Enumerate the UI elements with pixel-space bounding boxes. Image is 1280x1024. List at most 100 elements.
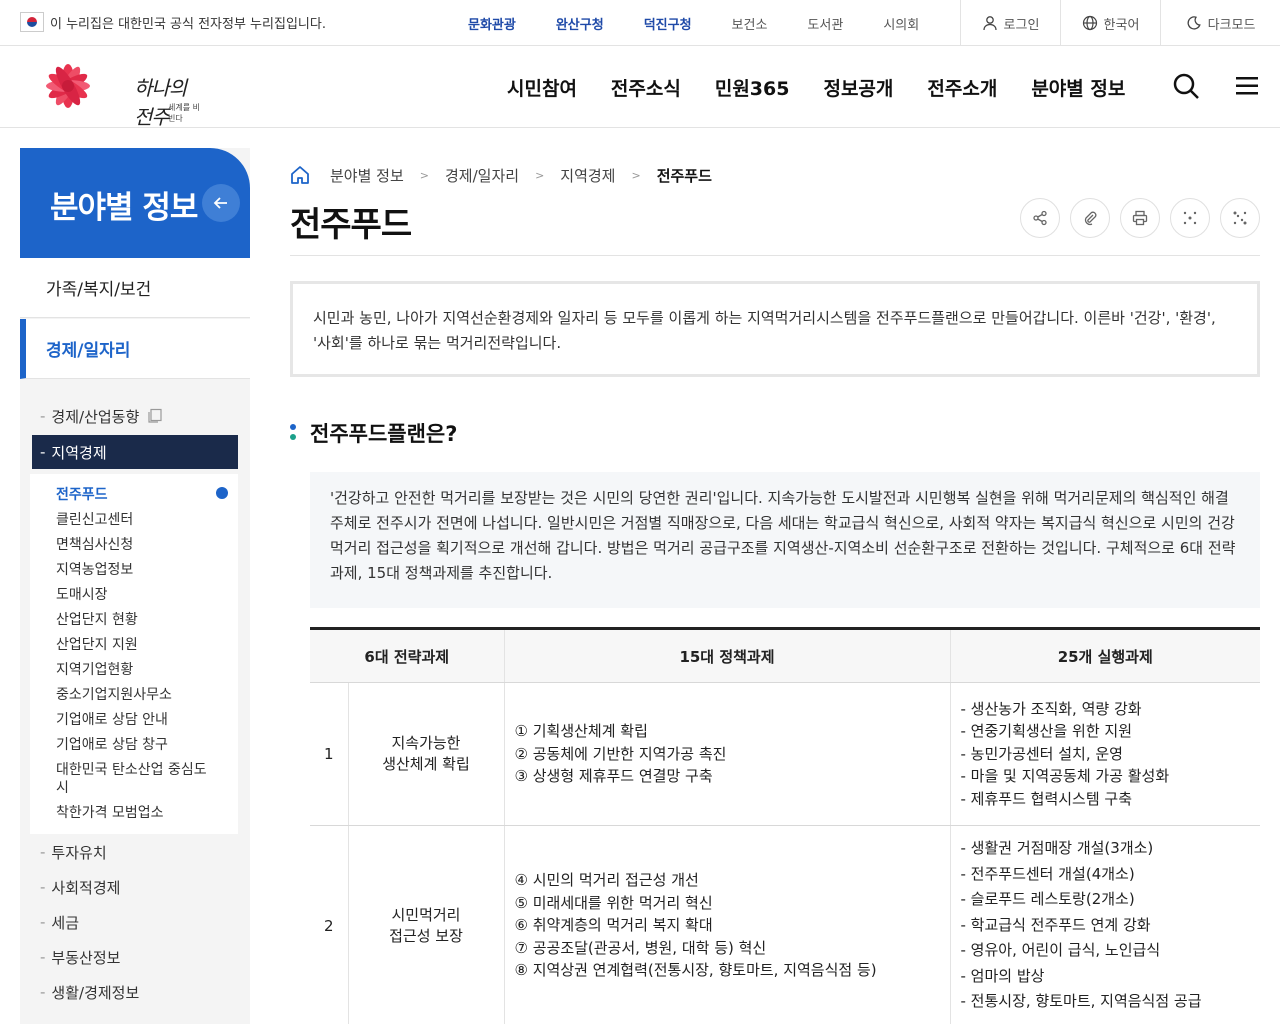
gov-notice-bar: 이 누리집은 대한민국 공식 전자정부 누리집입니다. 문화관광 완산구청 덕진…: [0, 0, 1280, 46]
intro-box: 시민과 농민, 나아가 지역선순환경제와 일자리 등 모두를 이롭게 하는 지역…: [290, 281, 1260, 377]
nav-citizen-participation[interactable]: 시민참여: [507, 74, 577, 101]
sidebar-leaf-good-price-shops[interactable]: 착한가격 모범업소: [56, 804, 216, 822]
sidebar: 분야별 정보 가족/복지/보건 경제/일자리 - 경제/산업동향 - 지역경제 전주…: [20, 148, 250, 1024]
strategy-line: 시민먹거리: [391, 905, 461, 924]
strategy-line: 접근성 보장: [389, 926, 463, 945]
sidebar-sub-social-economy[interactable]: - 사회적경제: [32, 877, 238, 897]
language-label: 한국어: [1103, 17, 1140, 33]
sidebar-sub-living-economy[interactable]: - 생활/경제정보: [32, 982, 238, 1002]
task-item: - 학교급식 전주푸드 연계 강화: [960, 915, 1151, 934]
share-icon: [1033, 210, 1047, 226]
policy-item: ② 공동체에 기반한 지역가공 촉진: [514, 744, 727, 763]
dark-mode-button[interactable]: 다크모드: [1160, 0, 1280, 46]
sidebar-header: 분야별 정보: [20, 148, 250, 258]
nav-about-jeonju[interactable]: 전주소개: [927, 74, 997, 101]
sidebar-leaf-clean-report[interactable]: 클린신고센터: [56, 511, 216, 529]
sidebar-sub-economy-trends[interactable]: - 경제/산업동향: [32, 406, 238, 426]
print-button[interactable]: [1120, 198, 1160, 238]
site-link-library[interactable]: 도서관: [807, 14, 843, 33]
sidebar-leaf-wholesale-market[interactable]: 도매시장: [56, 586, 216, 604]
language-button[interactable]: 한국어: [1060, 0, 1160, 46]
sidebar-sub-real-estate[interactable]: - 부동산정보: [32, 947, 238, 967]
shrink-icon: [1233, 211, 1247, 225]
sidebar-item-economy-jobs[interactable]: 경제/일자리: [20, 319, 250, 379]
nav-field-info[interactable]: 분야별 정보: [1031, 74, 1125, 101]
breadcrumb-item[interactable]: 지역경제: [560, 165, 615, 186]
jeonju-logo[interactable]: 하나의 전주 세계를 비빈다: [30, 56, 200, 129]
task-item: - 전통시장, 향토마트, 지역음식점 공급: [960, 992, 1202, 1011]
site-link-city-council[interactable]: 시의회: [883, 14, 919, 33]
sidebar-leaf-business-consult-guide[interactable]: 기업애로 상담 안내: [56, 711, 216, 729]
sidebar-sub-label: 생활/경제정보: [51, 983, 140, 1002]
table-header-policy: 15대 정책과제: [503, 627, 950, 683]
table-header-strategy: 6대 전략과제: [310, 627, 504, 683]
breadcrumb-item[interactable]: 분야별 정보: [330, 165, 404, 186]
chevron-right-icon: >: [631, 168, 641, 182]
chevron-right-icon: >: [419, 168, 429, 182]
task-item: - 농민가공센터 설치, 운영: [960, 744, 1124, 763]
search-icon[interactable]: [1172, 72, 1200, 100]
site-link-deokjin-gu[interactable]: 덕진구청: [644, 14, 692, 33]
sidebar-sub-investment[interactable]: - 투자유치: [32, 842, 238, 862]
main-nav: 시민참여 전주소식 민원365 정보공개 전주소개 분야별 정보: [490, 46, 1142, 128]
nav-info-disclosure[interactable]: 정보공개: [823, 74, 893, 101]
sidebar-leaf-local-agriculture[interactable]: 지역농업정보: [56, 561, 216, 579]
table-header-row: 6대 전략과제 15대 정책과제 25개 실행과제: [310, 627, 1260, 683]
sidebar-leaf-sme-support-office[interactable]: 중소기업지원사무소: [56, 686, 216, 704]
zoom-in-button[interactable]: [1170, 198, 1210, 238]
back-button[interactable]: [202, 184, 240, 222]
task-cell: - 생산농가 조직화, 역량 강화 - 연중기획생산을 위한 지원 - 농민가공…: [949, 682, 1260, 826]
sidebar-sub-local-economy[interactable]: - 지역경제: [32, 435, 238, 469]
sidebar-sub-tax[interactable]: - 세금: [32, 912, 238, 932]
nav-jeonju-news[interactable]: 전주소식: [611, 74, 681, 101]
nav-civil-service[interactable]: 민원365: [715, 74, 790, 101]
sidebar-sub-label: 사회적경제: [51, 878, 121, 897]
printer-icon: [1132, 210, 1148, 226]
globe-icon: [1082, 15, 1097, 31]
menu-icon[interactable]: [1236, 72, 1260, 100]
attachment-button[interactable]: [1070, 198, 1110, 238]
sidebar-leaf-local-companies[interactable]: 지역기업현황: [56, 661, 216, 679]
policy-item: ④ 시민의 먹거리 접근성 개선: [514, 871, 699, 890]
policy-item: ⑥ 취약계층의 먹거리 복지 확대: [514, 916, 713, 935]
sidebar-leaf-business-consult-desk[interactable]: 기업애로 상담 창구: [56, 736, 216, 754]
new-window-icon: [148, 408, 162, 423]
sidebar-item-family-welfare[interactable]: 가족/복지/보건: [20, 258, 250, 318]
section-title: 전주푸드플랜은?: [310, 422, 458, 446]
sidebar-leaf-carbon-industry-city[interactable]: 대한민국 탄소산업 중심도시: [56, 761, 216, 797]
login-label: 로그인: [1003, 17, 1040, 33]
site-link-wansan-gu[interactable]: 완산구청: [556, 14, 604, 33]
task-item: - 제휴푸드 협력시스템 구축: [960, 789, 1133, 808]
chevron-right-icon: >: [535, 168, 545, 182]
sidebar-leaf-jeonju-food[interactable]: 전주푸드: [56, 486, 216, 504]
sidebar-leaf-exemption-review[interactable]: 면책심사신청: [56, 536, 216, 554]
arrow-left-icon: [213, 197, 227, 209]
share-button[interactable]: [1020, 198, 1060, 238]
section-bullet-icon: [290, 424, 296, 440]
task-item: - 마을 및 지역공동체 가공 활성화: [960, 767, 1170, 786]
site-link-health-center[interactable]: 보건소: [732, 14, 768, 33]
site-link-culture-tour[interactable]: 문화관광: [468, 14, 516, 33]
current-page-icon: [216, 487, 228, 499]
breadcrumb-current: 전주푸드: [656, 166, 712, 185]
strategy-cell: 시민먹거리 접근성 보장: [347, 825, 504, 1024]
sidebar-sub-label: 투자유치: [51, 843, 107, 862]
food-plan-table: 6대 전략과제 15대 정책과제 25개 실행과제 1 지속가능한 생산체계 확…: [310, 627, 1260, 1024]
moon-icon: [1187, 16, 1201, 30]
login-button[interactable]: 로그인: [960, 0, 1060, 46]
sidebar-sub-label: 경제/산업동향: [51, 407, 140, 426]
policy-item: ⑦ 공공조달(관공서, 병원, 대학 등) 혁신: [514, 938, 767, 957]
strategy-line: 지속가능한: [391, 734, 461, 752]
sidebar-leaf-industrial-complex-status[interactable]: 산업단지 현황: [56, 611, 216, 629]
task-item: - 생활권 거점매장 개설(3개소): [960, 839, 1154, 858]
section-body: '건강하고 안전한 먹거리를 보장받는 것은 시민의 당연한 권리'입니다. 지…: [310, 472, 1260, 608]
sidebar-leaf-industrial-complex-support[interactable]: 산업단지 지원: [56, 636, 216, 654]
breadcrumb-item[interactable]: 경제/일자리: [445, 165, 519, 186]
policy-item: ① 기획생산체계 확립: [514, 722, 648, 741]
zoom-out-button[interactable]: [1220, 198, 1260, 238]
gov-notice-text: 이 누리집은 대한민국 공식 전자정부 누리집입니다.: [50, 17, 326, 32]
sidebar-sub-label: 부동산정보: [51, 948, 121, 967]
taegukgi-icon: [20, 12, 44, 32]
policy-item: ⑧ 지역상권 연계협력(전통시장, 향토마트, 지역음식점 등): [514, 961, 877, 980]
home-icon[interactable]: [290, 165, 310, 185]
